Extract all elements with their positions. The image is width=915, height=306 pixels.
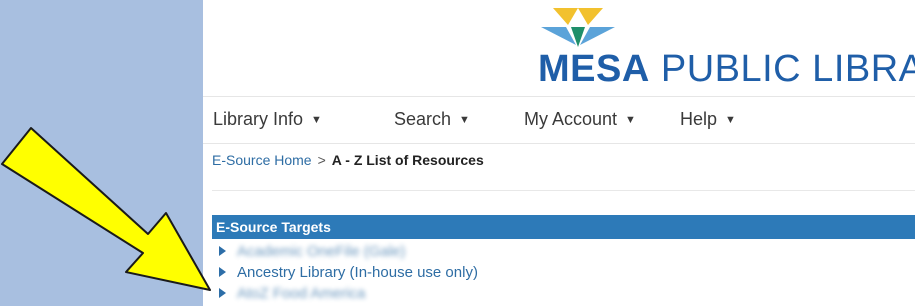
- breadcrumb: E-Source Home > A - Z List of Resources: [212, 152, 484, 168]
- mesa-library-logo[interactable]: MESA PUBLIC LIBRARY: [538, 5, 915, 93]
- site-header: MESA PUBLIC LIBRARY: [203, 0, 915, 95]
- nav-library-info-label: Library Info: [213, 109, 304, 129]
- logo-light-text: PUBLIC LIBRARY: [660, 48, 915, 90]
- nav-library-info[interactable]: Library Info ▼: [213, 109, 322, 130]
- main-nav: Library Info ▼ Search ▼ My Account ▼ Help ▼: [203, 96, 915, 144]
- resource-link-blurred[interactable]: AtoZ Food America: [237, 285, 365, 302]
- triangle-right-icon: [219, 288, 226, 298]
- caret-down-icon: ▼: [311, 114, 322, 126]
- resource-link-blurred[interactable]: Academic OneFile (Gale): [237, 243, 405, 260]
- nav-help-label: Help: [680, 109, 718, 129]
- breadcrumb-home-link[interactable]: E-Source Home: [212, 152, 312, 168]
- triangle-right-icon: [219, 267, 226, 277]
- nav-search-label: Search: [394, 109, 452, 129]
- ancestry-library-link[interactable]: Ancestry Library (In-house use only): [237, 264, 478, 281]
- caret-down-icon: ▼: [725, 114, 736, 126]
- breadcrumb-separator: >: [317, 152, 326, 168]
- triangle-right-icon: [219, 246, 226, 256]
- nav-search[interactable]: Search ▼: [394, 109, 470, 130]
- panel-title: E-Source Targets: [212, 215, 915, 239]
- caret-down-icon: ▼: [625, 114, 636, 126]
- caret-down-icon: ▼: [459, 114, 470, 126]
- logo-bold-text: MESA: [538, 48, 650, 90]
- divider: [212, 190, 915, 191]
- library-page: MESA PUBLIC LIBRARY Library Info ▼ Search…: [203, 0, 915, 306]
- nav-my-account-label: My Account: [524, 109, 618, 129]
- logo-leaf-icon: [541, 8, 615, 47]
- nav-my-account[interactable]: My Account ▼: [524, 109, 636, 130]
- logo-wordmark: MESA PUBLIC LIBRARY: [538, 47, 915, 91]
- breadcrumb-current: A - Z List of Resources: [331, 152, 484, 168]
- nav-help[interactable]: Help ▼: [680, 109, 736, 130]
